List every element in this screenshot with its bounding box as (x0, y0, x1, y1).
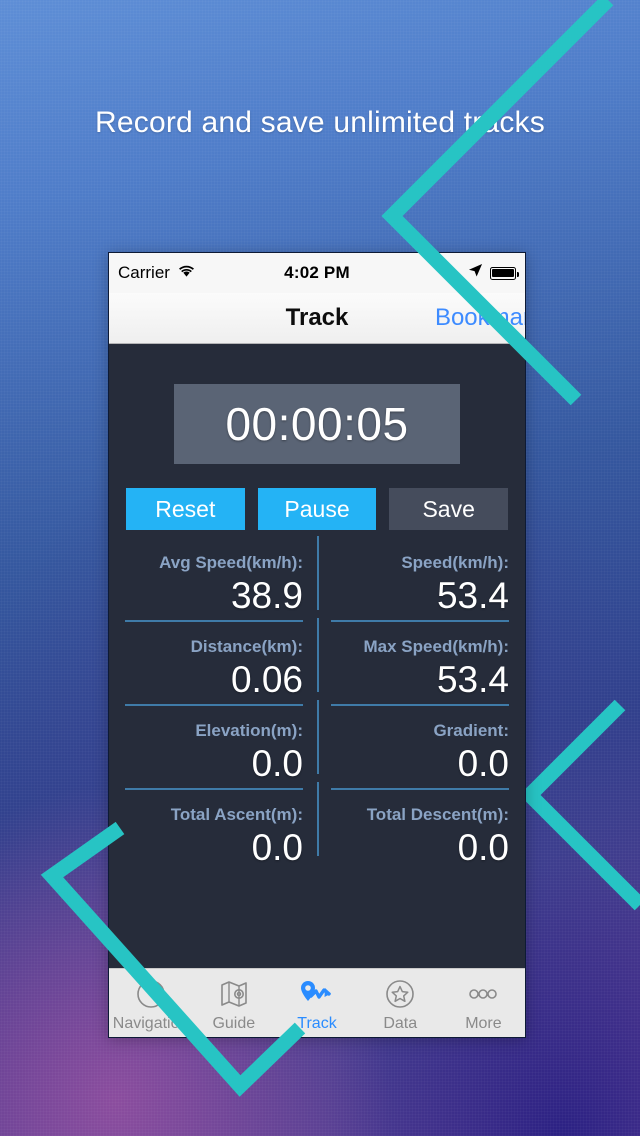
stat-max-speed: Max Speed(km/h): 53.4 (317, 636, 509, 706)
tab-label: Track (297, 1015, 337, 1032)
tab-guide[interactable]: Guide (192, 969, 275, 1037)
stat-underline (331, 788, 509, 790)
stat-label: Speed(km/h): (401, 553, 509, 572)
tab-label: Navigation (112, 1015, 189, 1032)
compass-icon (135, 976, 167, 1012)
status-bar-clock: 4:02 PM (284, 263, 350, 282)
route-pin-icon (297, 976, 337, 1012)
stat-value: 53.4 (436, 659, 509, 700)
promo-headline: Record and save unlimited tracks (95, 106, 545, 139)
reset-button[interactable]: Reset (126, 488, 245, 530)
stat-value: 0.0 (251, 827, 303, 868)
stat-value: 53.4 (436, 575, 509, 616)
track-screen: 00:00:05 Reset Pause Save Avg Speed(km/h… (109, 344, 525, 1037)
stat-label: Total Ascent(m): (170, 805, 303, 824)
stat-value: 0.0 (251, 743, 303, 784)
stat-underline (331, 872, 509, 874)
stat-label: Max Speed(km/h): (363, 637, 509, 656)
stats-vertical-divider (317, 700, 319, 774)
location-arrow-icon (468, 263, 483, 283)
bookmark-button[interactable]: Bookmark (435, 304, 525, 332)
stat-underline (125, 872, 303, 874)
stat-label: Avg Speed(km/h): (159, 553, 303, 572)
stat-underline (331, 620, 509, 622)
map-icon (218, 976, 250, 1012)
stats-vertical-divider (317, 782, 319, 856)
stats-vertical-divider (317, 536, 319, 610)
stats-vertical-divider (317, 618, 319, 692)
stat-underline (125, 620, 303, 622)
tab-label: Guide (212, 1015, 256, 1032)
stat-underline (331, 704, 509, 706)
timer-value: 00:00:05 (225, 398, 409, 450)
phone-mockup: Carrier 4:02 PM Track Bookmark 00:00:05 (108, 252, 526, 1038)
stat-underline (125, 788, 303, 790)
ellipsis-icon (463, 976, 503, 1012)
save-button[interactable]: Save (389, 488, 509, 530)
control-button-row: Reset Pause Save (109, 464, 525, 530)
tab-label: More (465, 1015, 502, 1032)
stat-value: 0.0 (457, 743, 509, 784)
stat-value: 0.0 (457, 827, 509, 868)
tab-navigation[interactable]: Navigation (109, 969, 192, 1037)
nav-bar: Track Bookmark (109, 293, 525, 344)
stat-elevation: Elevation(m): 0.0 (125, 720, 317, 790)
battery-full-icon (490, 266, 519, 280)
stat-label: Gradient: (433, 721, 509, 740)
pause-button[interactable]: Pause (257, 488, 377, 530)
stat-distance: Distance(km): 0.06 (125, 636, 317, 706)
stat-value: 38.9 (230, 575, 303, 616)
stat-total-ascent: Total Ascent(m): 0.0 (125, 804, 317, 874)
tab-data[interactable]: Data (359, 969, 442, 1037)
tab-bar: Navigation Guide Track Data More (109, 968, 525, 1037)
timer-section: 00:00:05 (109, 344, 525, 464)
stats-grid: Avg Speed(km/h): 38.9 Speed(km/h): 53.4 … (109, 530, 525, 874)
stat-label: Elevation(m): (195, 721, 303, 740)
status-bar: Carrier 4:02 PM (109, 253, 525, 293)
stat-value: 0.06 (230, 659, 303, 700)
tab-label: Data (383, 1015, 418, 1032)
stat-avg-speed: Avg Speed(km/h): 38.9 (125, 552, 317, 622)
tab-more[interactable]: More (442, 969, 525, 1037)
stat-label: Total Descent(m): (366, 805, 509, 824)
stat-total-descent: Total Descent(m): 0.0 (317, 804, 509, 874)
timer-panel: 00:00:05 (174, 384, 460, 464)
stat-speed: Speed(km/h): 53.4 (317, 552, 509, 622)
status-bar-right-group (468, 263, 519, 283)
tab-track[interactable]: Track (275, 969, 358, 1037)
stat-underline (125, 704, 303, 706)
stat-gradient: Gradient: 0.0 (317, 720, 509, 790)
stat-label: Distance(km): (190, 637, 303, 656)
star-circle-icon (384, 976, 416, 1012)
